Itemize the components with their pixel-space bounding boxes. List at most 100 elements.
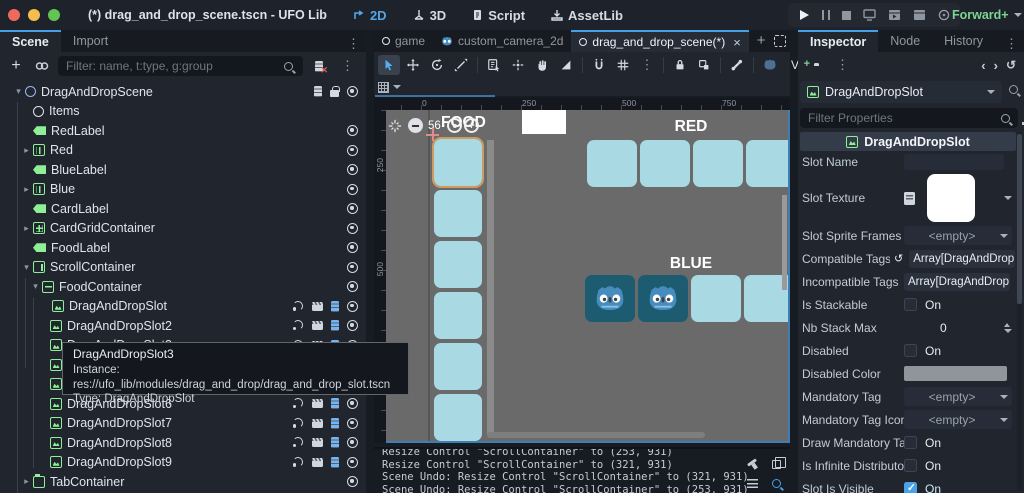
instance-icon[interactable] bbox=[312, 321, 323, 331]
script-icon[interactable] bbox=[331, 300, 339, 312]
instance-scene-button[interactable] bbox=[32, 56, 52, 76]
dock-menu-icon[interactable]: ⋮ bbox=[999, 36, 1024, 52]
chevron-down-icon[interactable] bbox=[1004, 196, 1012, 200]
mandatory-tag-icon-dropdown[interactable]: <empty> bbox=[904, 410, 1012, 429]
red-slot[interactable] bbox=[693, 140, 743, 187]
visibility-icon[interactable] bbox=[347, 125, 358, 137]
history-back-icon[interactable]: ‹ bbox=[981, 58, 985, 73]
food-slot[interactable] bbox=[434, 292, 482, 339]
texture-preview[interactable] bbox=[927, 174, 975, 222]
food-slot[interactable] bbox=[434, 343, 482, 390]
window-minimize-button[interactable] bbox=[28, 9, 40, 21]
visibility-icon[interactable] bbox=[347, 320, 358, 332]
detach-script-icon[interactable]: ✕ bbox=[309, 56, 329, 76]
visibility-icon[interactable] bbox=[347, 261, 358, 273]
visibility-icon[interactable] bbox=[347, 164, 358, 176]
inspector-scrollbar-thumb[interactable] bbox=[1017, 134, 1022, 304]
history-forward-icon[interactable]: › bbox=[994, 58, 998, 73]
visibility-icon[interactable] bbox=[347, 86, 358, 98]
visibility-icon[interactable] bbox=[347, 203, 358, 215]
blue-slot[interactable] bbox=[691, 275, 741, 322]
script-icon[interactable] bbox=[314, 86, 322, 98]
visibility-icon[interactable] bbox=[347, 183, 358, 195]
2d-canvas[interactable]: FOOD RED BLUE 56 + bbox=[386, 110, 790, 443]
tab-inspector[interactable]: Inspector bbox=[798, 30, 879, 52]
collapse-arrow-icon[interactable]: ▾ bbox=[20, 262, 33, 273]
tab-import[interactable]: Import bbox=[61, 30, 120, 52]
tree-node-draganddropslot8[interactable]: DragAndDropSlot8 bbox=[0, 433, 366, 453]
signal-icon[interactable] bbox=[292, 437, 304, 448]
spinner-icon[interactable] bbox=[1004, 322, 1012, 333]
script-icon[interactable] bbox=[331, 437, 339, 449]
dock-menu-icon[interactable]: ⋮ bbox=[341, 36, 366, 52]
remote-debug-icon[interactable] bbox=[863, 9, 876, 21]
close-icon[interactable]: × bbox=[733, 35, 741, 50]
visibility-icon[interactable] bbox=[347, 417, 358, 429]
tab-3d[interactable]: 3D bbox=[413, 8, 446, 23]
grid-visibility-dropdown[interactable] bbox=[378, 81, 401, 93]
tree-node-tabcontainer[interactable]: ▸ TabContainer bbox=[0, 472, 366, 492]
instance-icon[interactable] bbox=[312, 301, 323, 311]
tree-node-draganddropslot7[interactable]: DragAndDropSlot7 bbox=[0, 414, 366, 434]
tree-menu-icon[interactable]: ⋮ bbox=[335, 58, 360, 74]
open-docs-icon[interactable] bbox=[1006, 84, 1022, 100]
signal-icon[interactable] bbox=[292, 320, 304, 331]
disabled-checkbox[interactable] bbox=[904, 344, 917, 357]
blue-slot-godot[interactable] bbox=[585, 275, 635, 322]
visibility-icon[interactable] bbox=[347, 222, 358, 234]
quick-load-icon[interactable] bbox=[904, 191, 915, 205]
tree-node-redlabel[interactable]: RedLabel bbox=[0, 121, 366, 141]
visibility-icon[interactable] bbox=[347, 144, 358, 156]
tab-history[interactable]: History bbox=[932, 30, 995, 52]
center-view-icon[interactable] bbox=[388, 119, 402, 133]
visibility-icon[interactable] bbox=[347, 456, 358, 468]
tree-node-draganddropslot9[interactable]: DragAndDropSlot9 bbox=[0, 453, 366, 473]
skeleton-bone-icon[interactable] bbox=[726, 55, 748, 75]
tree-node-foodcontainer[interactable]: ▾ FoodContainer bbox=[0, 277, 366, 297]
instance-icon[interactable] bbox=[312, 438, 323, 448]
draw-mandatory-checkbox[interactable] bbox=[904, 436, 917, 449]
tree-node-cardgridcontainer[interactable]: ▸ CardGridContainer bbox=[0, 219, 366, 239]
scene-filter-input[interactable] bbox=[58, 59, 284, 73]
slot-name-input[interactable] bbox=[904, 153, 1004, 170]
scene-tab-custom-camera-2d[interactable]: custom_camera_2d bbox=[433, 30, 571, 52]
tree-node-draganddropslot2[interactable]: DragAndDropSlot2 bbox=[0, 316, 366, 336]
property-filter-input[interactable] bbox=[800, 111, 1001, 125]
scrollcontainer-scrollbar[interactable] bbox=[487, 140, 494, 436]
group-selected-icon[interactable] bbox=[693, 55, 715, 75]
zoom-out-button[interactable] bbox=[408, 118, 423, 133]
zoom-reset-button[interactable] bbox=[447, 118, 462, 133]
godot-override-icon[interactable] bbox=[759, 55, 781, 75]
move-tool[interactable] bbox=[402, 55, 424, 75]
tab-node[interactable]: Node bbox=[878, 30, 932, 52]
collapse-arrow-icon[interactable]: ▾ bbox=[29, 281, 42, 292]
lock-selected-icon[interactable] bbox=[669, 55, 691, 75]
instance-icon[interactable] bbox=[312, 418, 323, 428]
resource-menu-icon[interactable]: ⋮ bbox=[830, 57, 855, 73]
instance-icon[interactable] bbox=[312, 457, 323, 467]
tree-node-blue[interactable]: ▸ Blue bbox=[0, 180, 366, 200]
blue-slot-godot[interactable] bbox=[638, 275, 688, 322]
expand-viewport-icon[interactable] bbox=[774, 35, 786, 47]
is-stackable-checkbox[interactable] bbox=[904, 298, 917, 311]
pause-button[interactable] bbox=[822, 10, 830, 20]
mandatory-tag-dropdown[interactable]: <empty> bbox=[904, 387, 1012, 406]
renderer-selector[interactable]: Forward+ bbox=[952, 0, 1022, 30]
script-icon[interactable] bbox=[331, 456, 339, 468]
pivot-tool[interactable] bbox=[507, 55, 529, 75]
movie-maker-icon[interactable] bbox=[938, 9, 950, 21]
signal-icon[interactable] bbox=[292, 457, 304, 468]
clear-output-icon[interactable] bbox=[744, 454, 760, 470]
red-slot[interactable] bbox=[587, 140, 637, 187]
add-node-button[interactable]: + bbox=[6, 56, 26, 76]
infinite-distributor-checkbox[interactable] bbox=[904, 459, 917, 472]
expand-arrow-icon[interactable]: ▸ bbox=[20, 184, 33, 195]
red-slot[interactable] bbox=[640, 140, 690, 187]
window-close-button[interactable] bbox=[8, 9, 20, 21]
collapse-arrow-icon[interactable]: ▾ bbox=[12, 86, 25, 97]
tree-node-bluelabel[interactable]: BlueLabel bbox=[0, 160, 366, 180]
scale-tool[interactable] bbox=[450, 55, 472, 75]
new-scene-tab-button[interactable]: + bbox=[757, 32, 766, 49]
tree-node-red[interactable]: ▸ Red bbox=[0, 141, 366, 161]
food-slot-selected[interactable] bbox=[432, 137, 484, 188]
